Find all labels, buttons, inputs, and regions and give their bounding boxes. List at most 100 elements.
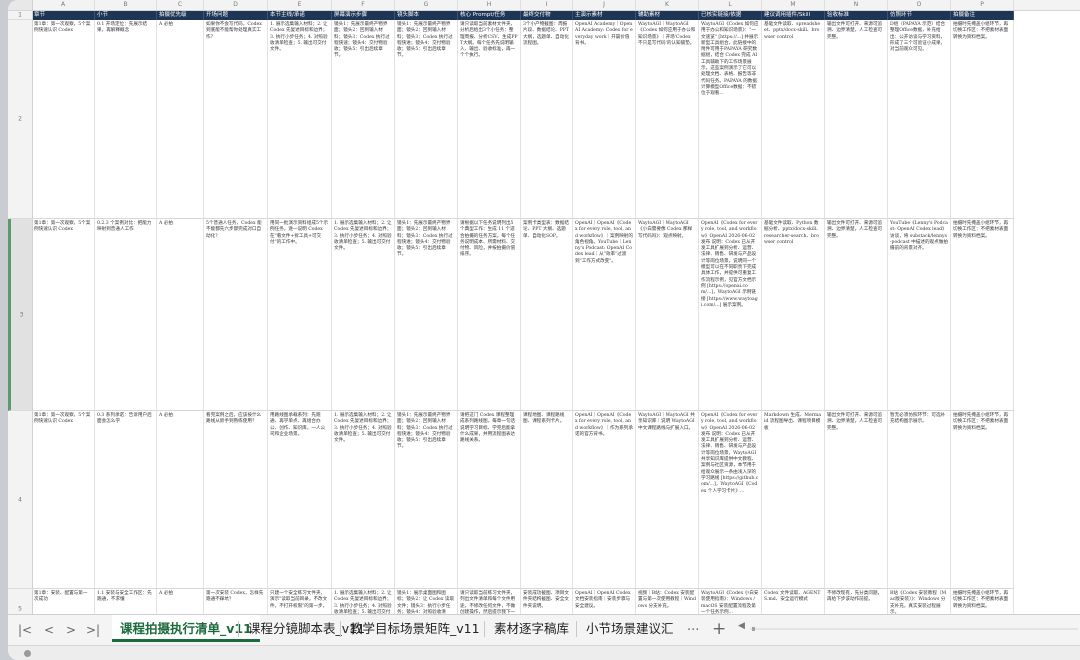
table-cell[interactable]: 请把这门 Codex 课程整理成系列路线图，每章一句话说明学习目标、学完后能拿什… — [458, 411, 521, 588]
sheet-tab-teaching-matrix[interactable]: 教学目标场景矩阵_v11 — [342, 615, 488, 642]
table-cell[interactable]: A 必拍 — [157, 219, 204, 410]
table-cell[interactable]: 案例卡类型表：数据结论、PPT 大纲、选题单、自动化SOP。 — [521, 219, 573, 410]
column-letter[interactable]: B — [95, 0, 157, 10]
table-cell[interactable]: 拍摄时先掩盖小组环节，再切换工作区：不把素材表面转换为资料档案。 — [951, 20, 1014, 218]
row-number[interactable]: 1 — [8, 11, 32, 20]
table-cell[interactable]: 0.1 开场定位：先展示结果，再解释概念 — [95, 20, 157, 218]
table-cell[interactable]: WaytoAGI｜WaytoAGI《小白需要像 Codex 那样写代码吗》：观点… — [636, 219, 699, 410]
column-header[interactable]: 仿照环节 — [888, 11, 951, 20]
column-letter[interactable]: C — [157, 0, 204, 10]
table-cell[interactable]: 0.2.3 个案例对比：把能力映射到普通人工作 — [95, 219, 157, 410]
table-cell[interactable]: OpenAI《Codex for every role, tool, and w… — [699, 411, 762, 588]
scroll-left-arrow-icon[interactable]: ◀ — [738, 621, 745, 631]
table-cell[interactable]: 第1章：第一次观察，5个案例快速认识 Codex — [32, 411, 95, 588]
table-cell[interactable]: 用同一批演示资料组成5个示例任务，逐一说明 Codex 在"看文件+拆工具+可交… — [268, 219, 332, 410]
column-header[interactable]: 镜头脚本 — [395, 11, 458, 20]
table-cell[interactable]: WaytoAGI《Codex 如何应用于办公和知识场景》："一文速览" [htt… — [699, 20, 762, 218]
column-letter[interactable]: L — [699, 0, 762, 10]
column-letter[interactable]: O — [888, 0, 951, 10]
next-sheet-button[interactable]: > — [66, 623, 76, 637]
select-all-corner[interactable] — [8, 0, 33, 10]
column-letter[interactable]: M — [762, 0, 825, 10]
table-cell[interactable]: 如果你不会写代码，Codex 到底能不能帮你处理真实工作？ — [204, 20, 268, 218]
table-cell[interactable]: 1. 展示选集输入材料；2. 让 Codex 先复述目标和边界；3. 执行小步任… — [268, 20, 332, 218]
table-cell[interactable]: 1. 展示选集输入材料；2. 让 Codex 先复述目标和边界；3. 执行小步任… — [332, 411, 395, 588]
table-cell[interactable]: A 必拍 — [157, 20, 204, 218]
column-header[interactable]: 屏幕演示步骤 — [332, 11, 395, 20]
table-cell[interactable]: 输出文件可打开、来源可追溯、边界清楚，人工检查可完整。 — [825, 411, 888, 588]
table-cell[interactable]: OpenAI Academy｜OpenAI Academy: Codex for… — [573, 20, 636, 218]
column-header[interactable]: 核心 Prompt/任务 — [458, 11, 521, 20]
table-cell[interactable]: Markdown 生成、Mermaid 流程图导出、课程项目模板 — [762, 411, 825, 588]
table-cell[interactable]: YouTube《Lenny's Podcast: OpenAI Codex le… — [888, 219, 951, 410]
table-cell[interactable]: WaytoAGI｜WaytoAGI《Codex 如何应用于办公和知识场景》｜开场… — [636, 20, 699, 218]
column-header[interactable]: 主演示素材 — [573, 11, 636, 20]
column-header[interactable]: 辅助素材 — [636, 11, 699, 20]
table-cell[interactable]: 基础文件读取、spreadsheet、pptx/docx-skill、brows… — [762, 20, 825, 218]
table-cell[interactable]: 请只读取当前素材文件夹，分析后给出3个小任务：整理周报、分析CSV、生成PPT大… — [458, 20, 521, 218]
table-cell[interactable]: 第1章：第一次观察，5个案例快速认识 Codex — [32, 219, 95, 410]
column-header[interactable]: 验收标准 — [825, 11, 888, 20]
table-cell[interactable]: 拍摄时先掩盖小组环节，再切换工作区：不把素材表面转换为资料档案。 — [951, 411, 1014, 588]
table-cell[interactable]: 1. 展示选集输入材料；2. 让 Codex 先复述目标和边界；3. 执行小步任… — [332, 219, 395, 410]
row-number[interactable]: 3 — [8, 219, 32, 411]
column-letter[interactable]: A — [32, 0, 95, 10]
prev-sheet-button[interactable]: < — [44, 623, 54, 637]
column-header[interactable]: 小节 — [95, 11, 157, 20]
first-sheet-button[interactable]: |< — [18, 623, 32, 637]
column-header[interactable]: 拍摄优先级 — [157, 11, 204, 20]
table-cell[interactable]: 5个普通人任务，Codex 能不能都先六步骤完成对口自动化？ — [204, 219, 268, 410]
table-cell[interactable]: OpenAI｜OpenAI《Codex for every role, tool… — [573, 219, 636, 410]
column-header[interactable]: 章节 — [32, 11, 95, 20]
column-letter[interactable]: D — [204, 0, 268, 10]
table-cell[interactable]: 输出文件可打开、来源可追溯、边界清楚，人工检查可完整。 — [825, 219, 888, 410]
column-letter[interactable]: H — [458, 0, 521, 10]
scroll-thumb[interactable] — [752, 627, 755, 631]
column-header[interactable]: 开场问题 — [204, 11, 268, 20]
table-cell[interactable]: 0.3 系列承诺：告诉用户后面会怎么学 — [95, 411, 157, 588]
sheet-tab-transcript-library[interactable]: 素材逐字稿库 — [486, 615, 577, 642]
table-cell[interactable]: 用路线图承载系列：先跑通、再学单点、再组合办公、创作、知识库，一人公司和企业场景… — [268, 411, 332, 588]
table-cell[interactable]: 看完案例之后，应该按什么路线从新手到熟练使用？ — [204, 411, 268, 588]
last-sheet-button[interactable]: >| — [86, 623, 100, 637]
column-header[interactable]: 拍摄备注 — [951, 11, 1014, 20]
table-cell[interactable]: D组（PAPAYA 示范）结合整理Office数据，补充给出：公开访谈与学习资料… — [888, 20, 951, 218]
column-letter[interactable]: J — [573, 0, 636, 10]
table-cell[interactable]: 课程地图、课程路线图、课程系列卡片。 — [521, 411, 573, 588]
table-cell[interactable]: 镜头1：先展示最终产物界面；镜头2：回到输入材料；镜头3：Codex 执行过程快… — [395, 411, 458, 588]
table-cell[interactable]: A 必拍 — [157, 411, 204, 588]
column-header[interactable]: 本节主线/承诺 — [268, 11, 332, 20]
column-header[interactable]: 建议调用插件/Skill — [762, 11, 825, 20]
column-letter[interactable]: K — [636, 0, 699, 10]
column-letter[interactable]: I — [521, 0, 573, 10]
more-sheets-button[interactable]: ··· — [687, 623, 699, 638]
table-cell[interactable]: OpenAI《Codex for every role, tool, and w… — [699, 219, 762, 410]
table-cell[interactable]: 基础文件读取、Python 数据分析、pptx/docx-skill、resea… — [762, 219, 825, 410]
row-number[interactable]: 4 — [8, 411, 32, 589]
column-header[interactable]: 已核实链接/依据 — [699, 11, 762, 20]
add-sheet-button[interactable]: + — [712, 619, 726, 639]
table-cell[interactable]: 输出文件可打开、来源可追溯、边界清楚，人工检查可完整。 — [825, 20, 888, 218]
scroll-track[interactable] — [750, 628, 1078, 630]
horizontal-scrollbar[interactable]: ◀ — [738, 621, 1078, 633]
table-cell[interactable]: 镜头1：先展示最终产物界面；镜头2：回到输入材料；镜头3：Codex 执行过程快… — [395, 219, 458, 410]
table-cell[interactable]: 第1章：第一次观察，5个案例快速认识 Codex — [32, 20, 95, 218]
table-cell[interactable]: WaytoAGI｜WaytoAGI 共享知识库｜说明 WaytoAGI 中文课程… — [636, 411, 699, 588]
table-cell[interactable]: 3个小产物截图：周报片段、数据结论、PPT大纲，选题单、自动化流程图。 — [521, 20, 573, 218]
table-cell[interactable]: 镜头1：先展示最终产物界面；镜头2：回到输入材料；镜头3：Codex 执行过程快… — [332, 20, 395, 218]
table-cell[interactable]: 暂无必须仿照环节：可选补充结构图示展示。 — [888, 411, 951, 588]
table-cell[interactable]: OpenAI｜OpenAI《Codex for every role, tool… — [573, 411, 636, 588]
column-header[interactable]: 最终交付物 — [521, 11, 573, 20]
table-cell[interactable]: 请根据以下任务说明列出5个典型工作：生成 11 个适合拍摄的任务方案，每个任务说… — [458, 219, 521, 410]
sheet-tab-scene-suggestions[interactable]: 小节场景建议汇 — [578, 615, 688, 642]
table-cell[interactable]: 镜头1：先展示最终产物界面；镜头2：回到输入材料；镜头3：Codex 执行过程快… — [395, 20, 458, 218]
row-number[interactable]: 2 — [8, 20, 32, 219]
column-letter[interactable]: F — [332, 0, 395, 10]
column-letter[interactable]: P — [951, 0, 1014, 10]
row-number-label: 5 — [18, 605, 22, 612]
column-letter[interactable]: G — [395, 0, 458, 10]
table-cell[interactable]: 拍摄时先掩盖小组环节，再切换工作区：不把素材表面转换为资料档案。 — [951, 219, 1014, 410]
column-letter[interactable]: E — [268, 0, 332, 10]
tab-divider — [484, 621, 485, 637]
column-letter[interactable]: N — [825, 0, 888, 10]
